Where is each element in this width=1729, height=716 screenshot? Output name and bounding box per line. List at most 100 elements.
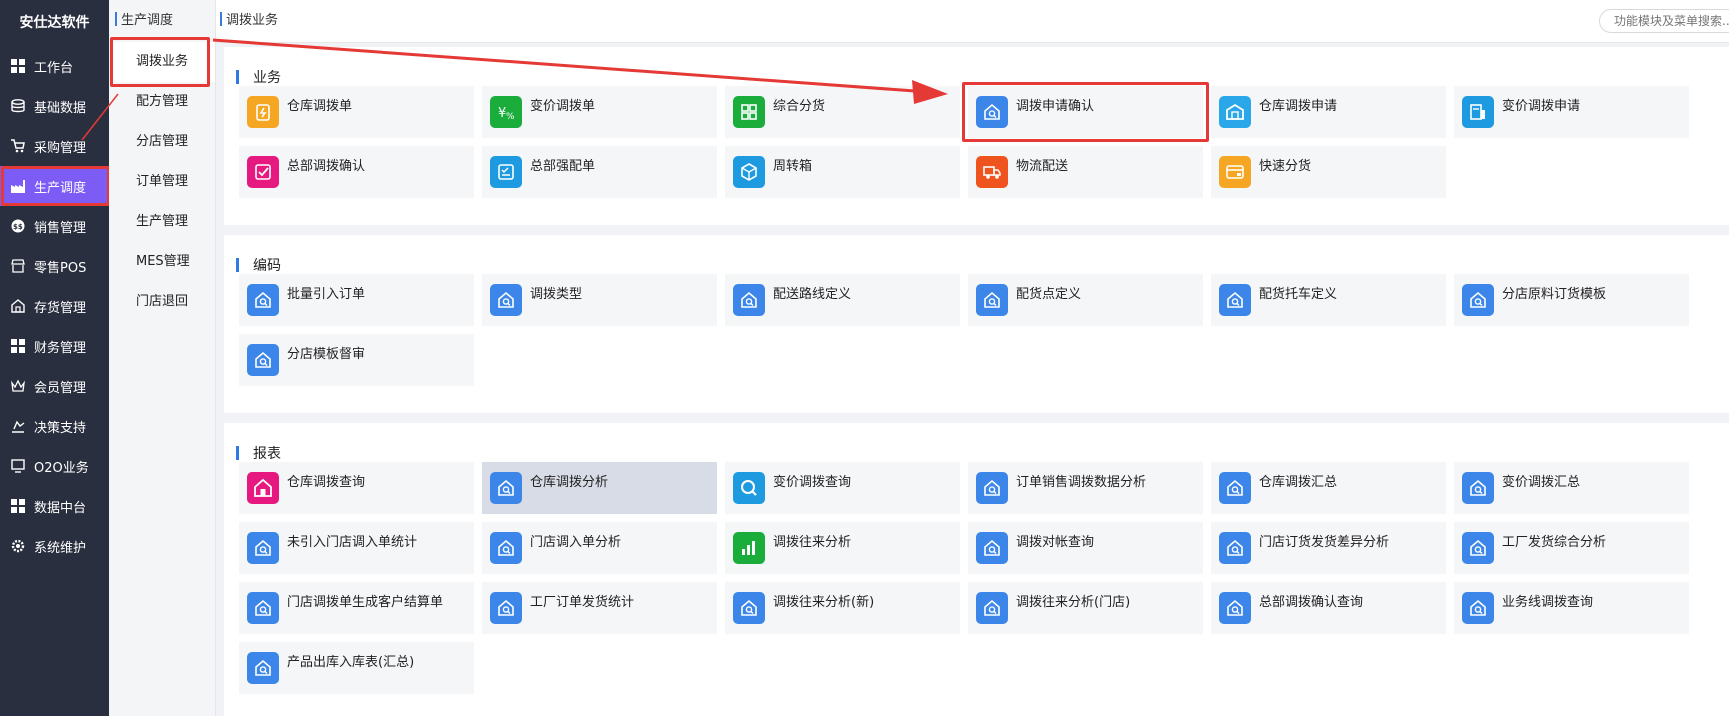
business-card-5[interactable]: 变价调拨申请 <box>1454 86 1689 138</box>
sidebar-item-8[interactable]: 会员管理 <box>0 366 109 406</box>
home-search-icon <box>1462 472 1494 504</box>
submenu-item-1[interactable]: 配方管理 <box>109 82 215 122</box>
sidebar-item-10[interactable]: O2O业务 <box>0 446 109 486</box>
database-icon <box>10 98 26 114</box>
coding-card-0[interactable]: 批量引入订单 <box>239 274 474 326</box>
reports-card-16[interactable]: 总部调拨确认查询 <box>1211 582 1446 634</box>
function-search-input[interactable] <box>1599 9 1729 33</box>
sidebar-item-6[interactable]: 存货管理 <box>0 286 109 326</box>
reports-card-8[interactable]: 调拨往来分析 <box>725 522 960 574</box>
card-label: 调拨往来分析 <box>773 534 852 550</box>
card-label: 仓库调拨单 <box>287 98 353 114</box>
card-label: 订单销售调拨数据分析 <box>1016 474 1147 490</box>
business-section: 业务 仓库调拨单 ¥% 变价调拨单 综合分货 调拨申请确认 仓库调拨申请 变价调拨申请总部调… <box>224 47 1729 225</box>
reports-card-14[interactable]: 调拨往来分析(新) <box>725 582 960 634</box>
reports-card-18[interactable]: 产品出库入库表(汇总) <box>239 642 474 694</box>
sidebar-item-5[interactable]: 零售POS <box>0 246 109 286</box>
business-card-8[interactable]: 周转箱 <box>725 146 960 198</box>
business-card-7[interactable]: 总部强配单 <box>482 146 717 198</box>
sidebar-item-11[interactable]: 数据中台 <box>0 486 109 526</box>
store-icon <box>10 258 26 274</box>
submenu-item-6[interactable]: 门店退回 <box>109 282 215 322</box>
sidebar-item-12[interactable]: 系统维护 <box>0 526 109 566</box>
reports-card-1[interactable]: 仓库调拨分析 <box>482 462 717 514</box>
home-search-icon <box>247 652 279 684</box>
cart-icon <box>10 138 26 154</box>
card-label: 物流配送 <box>1016 158 1069 174</box>
submenu-item-0[interactable]: 调拨业务 <box>110 37 215 87</box>
business-card-0[interactable]: 仓库调拨单 <box>239 86 474 138</box>
sidebar-item-label: 零售POS <box>34 260 87 276</box>
coding-card-6[interactable]: 分店模板督审 <box>239 334 474 386</box>
reports-card-9[interactable]: 调拨对帐查询 <box>968 522 1203 574</box>
reports-card-0[interactable]: 仓库调拨查询 <box>239 462 474 514</box>
coding-card-4[interactable]: 配货托车定义 <box>1211 274 1446 326</box>
business-card-9[interactable]: 物流配送 <box>968 146 1203 198</box>
reports-card-17[interactable]: 业务线调拨查询 <box>1454 582 1689 634</box>
card-label: 快速分货 <box>1259 158 1312 174</box>
reports-card-12[interactable]: 门店调拨单生成客户结算单 <box>239 582 474 634</box>
reports-card-11[interactable]: 工厂发货综合分析 <box>1454 522 1689 574</box>
card-label: 调拨往来分析(新) <box>773 594 875 610</box>
sidebar-item-0[interactable]: 工作台 <box>0 46 109 86</box>
business-card-6[interactable]: 总部调拨确认 <box>239 146 474 198</box>
sidebar-item-label: 基础数据 <box>34 100 87 116</box>
home-search-icon <box>1462 532 1494 564</box>
sidebar-item-4[interactable]: $$ 销售管理 <box>0 206 109 246</box>
submenu-item-3[interactable]: 订单管理 <box>109 162 215 202</box>
reports-card-4[interactable]: 仓库调拨汇总 <box>1211 462 1446 514</box>
card-label: 总部强配单 <box>530 158 596 174</box>
card-label: 业务线调拨查询 <box>1502 594 1594 610</box>
home-search-icon <box>490 532 522 564</box>
sidebar-item-7[interactable]: 财务管理 <box>0 326 109 366</box>
grid-icon <box>10 338 26 354</box>
box-icon <box>733 156 765 188</box>
home-search-icon <box>1462 592 1494 624</box>
sidebar-item-label: 数据中台 <box>34 500 87 516</box>
sidebar-nav: 工作台基础数据采购管理 生产调度 $$ 销售管理零售POS 存货管理 财务管理 会员管理决策… <box>0 46 110 566</box>
coding-card-3[interactable]: 配货点定义 <box>968 274 1203 326</box>
sidebar-item-1[interactable]: 基础数据 <box>0 86 109 126</box>
business-card-3[interactable]: 调拨申请确认 <box>962 82 1209 142</box>
submenu-item-5[interactable]: MES管理 <box>109 242 215 282</box>
sidebar-item-3[interactable]: 生产调度 <box>0 166 110 206</box>
factory-icon <box>10 178 26 194</box>
business-card-10[interactable]: 快速分货 <box>1211 146 1446 198</box>
reports-card-2[interactable]: 变价调拨查询 <box>725 462 960 514</box>
submenu-item-2[interactable]: 分店管理 <box>109 122 215 162</box>
sidebar-item-9[interactable]: 决策支持 <box>0 406 109 446</box>
section-title-reports: 报表 <box>236 443 281 463</box>
reports-card-6[interactable]: 未引入门店调入单统计 <box>239 522 474 574</box>
reports-card-3[interactable]: 订单销售调拨数据分析 <box>968 462 1203 514</box>
reports-card-5[interactable]: 变价调拨汇总 <box>1454 462 1689 514</box>
card-label: 变价调拨查询 <box>773 474 852 490</box>
business-card-2[interactable]: 综合分货 <box>725 86 960 138</box>
sidebar-item-2[interactable]: 采购管理 <box>0 126 109 166</box>
home-search-icon <box>976 592 1008 624</box>
svg-text:$$: $$ <box>13 223 23 231</box>
submenu-panel: 生产调度 调拨业务 配方管理 分店管理 订单管理 生产管理 MES管理 门店退回 <box>109 0 216 716</box>
home-search-icon <box>247 344 279 376</box>
coding-card-1[interactable]: 调拨类型 <box>482 274 717 326</box>
card-label: 调拨类型 <box>530 286 583 302</box>
business-card-1[interactable]: ¥% 变价调拨单 <box>482 86 717 138</box>
business-card-4[interactable]: 仓库调拨申请 <box>1211 86 1446 138</box>
reports-card-13[interactable]: 工厂订单发货统计 <box>482 582 717 634</box>
reports-card-7[interactable]: 门店调入单分析 <box>482 522 717 574</box>
document-icon <box>1462 96 1494 128</box>
sidebar-item-label: 销售管理 <box>34 220 87 236</box>
reports-card-15[interactable]: 调拨往来分析(门店) <box>968 582 1203 634</box>
card-label: 调拨申请确认 <box>1016 98 1095 114</box>
home-search-icon <box>1219 592 1251 624</box>
home-search-icon <box>976 472 1008 504</box>
coding-card-2[interactable]: 配送路线定义 <box>725 274 960 326</box>
magnifier-icon <box>733 472 765 504</box>
sidebar-item-label: 决策支持 <box>34 420 87 436</box>
home-search-icon <box>1219 472 1251 504</box>
home-search-icon <box>733 284 765 316</box>
submenu-item-4[interactable]: 生产管理 <box>109 202 215 242</box>
section-title-business: 业务 <box>236 67 281 87</box>
coding-card-5[interactable]: 分店原料订货模板 <box>1454 274 1689 326</box>
reports-card-10[interactable]: 门店订货发货差异分析 <box>1211 522 1446 574</box>
card-label: 综合分货 <box>773 98 826 114</box>
